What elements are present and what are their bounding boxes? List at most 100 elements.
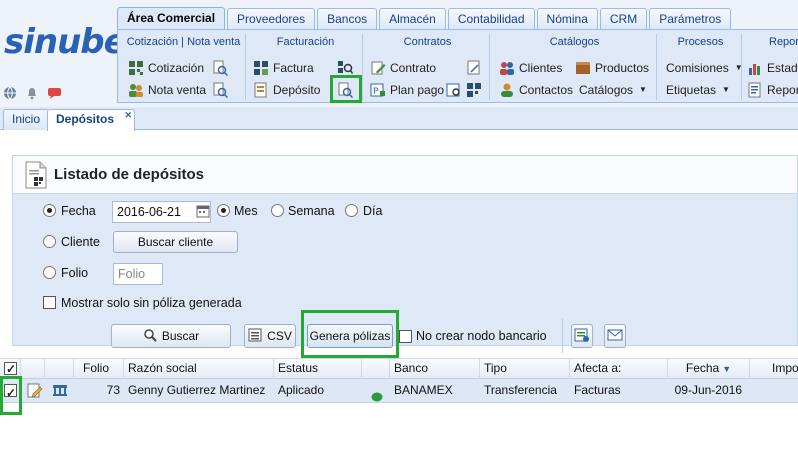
- app-logo[interactable]: sinube: [4, 22, 127, 62]
- productos-button[interactable]: Productos: [575, 58, 649, 77]
- column-estatus[interactable]: Estatus: [274, 359, 362, 379]
- doc-search-icon: [212, 82, 228, 98]
- etiquetas-dropdown[interactable]: Etiquetas ▼: [666, 80, 730, 99]
- contrato-label: Contrato: [390, 60, 437, 75]
- column-status-dot: [362, 359, 390, 379]
- clientes-button[interactable]: Clientes: [499, 58, 562, 77]
- column-fecha[interactable]: Fecha ▼: [668, 359, 750, 379]
- tab-crm[interactable]: CRM: [599, 8, 648, 29]
- contract-edit-icon: [370, 60, 386, 76]
- folio-radio[interactable]: [43, 266, 56, 279]
- deposito-button[interactable]: Depósito: [253, 80, 320, 99]
- edit-icon[interactable]: [25, 379, 45, 403]
- contactos-button[interactable]: Contactos: [499, 80, 573, 99]
- contrato-button[interactable]: Contrato: [370, 58, 436, 77]
- comisiones-dropdown[interactable]: Comisiones ▼: [666, 58, 743, 77]
- no-nodo-bancario-label: No crear nodo bancario: [416, 329, 547, 343]
- buscar-button[interactable]: Buscar: [111, 324, 231, 348]
- ribbon-group-reportes: Repor Estad Repor: [745, 34, 798, 100]
- payment-plan-icon: P: [370, 82, 386, 98]
- deposito-label: Depósito: [273, 82, 321, 97]
- dia-radio[interactable]: [345, 204, 358, 217]
- plan-pago-qr-button[interactable]: [466, 80, 482, 99]
- catalogos-dropdown[interactable]: Catálogos ▼: [579, 80, 647, 99]
- reportes-button[interactable]: Repor: [747, 80, 798, 99]
- chat-icon[interactable]: [47, 86, 61, 100]
- tab-almacen[interactable]: Almacén: [379, 8, 446, 29]
- column-banco[interactable]: Banco: [390, 359, 480, 379]
- catalogos-label: Catálogos: [579, 82, 634, 97]
- mes-radio[interactable]: [217, 204, 230, 217]
- tab-nomina[interactable]: Nómina: [536, 8, 598, 29]
- folio-input[interactable]: Folio: [113, 263, 163, 285]
- estadisticas-button[interactable]: Estad: [747, 58, 798, 77]
- ribbon-group-contratos: Contratos Contrato P Plan pago: [366, 34, 490, 100]
- products-icon: [575, 60, 591, 76]
- comisiones-label: Comisiones: [666, 60, 729, 75]
- factura-label: Factura: [273, 60, 314, 75]
- bank-doc-icon: [253, 82, 269, 98]
- cell-folio: 73: [106, 383, 120, 397]
- accounting-icon[interactable]: [50, 379, 70, 403]
- select-all-checkbox[interactable]: [4, 360, 17, 379]
- sort-desc-icon: ▼: [722, 364, 732, 374]
- calendar-icon[interactable]: [196, 204, 210, 221]
- no-nodo-bancario-checkbox[interactable]: [399, 330, 412, 343]
- tab-depositos[interactable]: Depósitos ✕: [47, 109, 136, 131]
- close-icon[interactable]: ✕: [124, 110, 132, 120]
- buscar-label: Buscar: [161, 329, 200, 343]
- export-button[interactable]: [571, 324, 593, 348]
- tab-contabilidad[interactable]: Contabilidad: [447, 8, 535, 29]
- tab-proveedores[interactable]: Proveedores: [227, 8, 316, 29]
- header-spacer: [21, 359, 45, 379]
- column-importe[interactable]: Impor: [750, 359, 798, 379]
- fecha-radio[interactable]: [43, 204, 56, 217]
- payment-search-icon: [446, 82, 462, 98]
- contract-search-icon: [466, 60, 482, 76]
- group-title: Contratos: [403, 36, 452, 48]
- app-header: sinube Área Comercial Proveedores Bancos…: [0, 0, 798, 107]
- factura-button[interactable]: Factura: [253, 58, 314, 77]
- plan-pago-button[interactable]: P Plan pago: [370, 80, 444, 99]
- group-title: Repor: [769, 36, 798, 48]
- nota-venta-label: Nota venta: [148, 82, 207, 97]
- column-razon-social[interactable]: Razón social: [124, 359, 274, 379]
- tab-bancos[interactable]: Bancos: [317, 8, 378, 29]
- tab-area-comercial[interactable]: Área Comercial: [117, 7, 226, 30]
- nota-venta-search-button[interactable]: [212, 80, 228, 99]
- semana-radio[interactable]: [271, 204, 284, 217]
- content-area: Listado de depósitos Fecha 2016-06-21 Me…: [0, 131, 798, 452]
- group-title: Procesos: [677, 36, 724, 48]
- globe-icon[interactable]: [3, 86, 17, 100]
- cell-afecta-a: Facturas: [574, 383, 621, 397]
- sin-poliza-checkbox[interactable]: [43, 296, 56, 309]
- highlight-row-checkbox: [0, 376, 22, 415]
- column-tipo[interactable]: Tipo: [480, 359, 570, 379]
- column-afecta-a[interactable]: Afecta a:: [570, 359, 668, 379]
- cotizacion-search-button[interactable]: [212, 58, 228, 77]
- group-title: Cotización | Nota venta: [126, 36, 241, 48]
- grid-header: Folio Razón social Estatus Banco Tipo Af…: [0, 358, 798, 379]
- ribbon-group-catalogos: Catálogos Clientes Contactos Productos C…: [493, 34, 657, 100]
- tab-inicio[interactable]: Inicio: [3, 109, 50, 130]
- csv-icon: [248, 328, 262, 345]
- cliente-label: Cliente: [61, 235, 100, 249]
- table-row[interactable]: 73 Genny Gutierrez Martinez Aplicado BAN…: [0, 379, 798, 403]
- export-sheet-icon: [574, 327, 590, 346]
- cliente-radio[interactable]: [43, 235, 56, 248]
- sin-poliza-label: Mostrar solo sin póliza generada: [61, 296, 242, 310]
- email-button[interactable]: [604, 324, 626, 348]
- contrato-search-button[interactable]: [466, 58, 482, 77]
- column-folio[interactable]: Folio: [74, 359, 124, 379]
- qr-grid-icon: [128, 60, 144, 76]
- nota-venta-button[interactable]: Nota venta: [128, 80, 206, 99]
- estadisticas-label: Estad: [767, 60, 798, 75]
- bell-icon[interactable]: [25, 86, 39, 100]
- plan-pago-search-button[interactable]: [446, 80, 462, 99]
- buscar-cliente-button[interactable]: Buscar cliente: [113, 231, 238, 253]
- cell-tipo: Transferencia: [484, 383, 557, 397]
- group-title: Facturación: [276, 36, 335, 48]
- csv-button[interactable]: CSV: [244, 324, 296, 348]
- tab-parametros[interactable]: Parámetros: [649, 8, 732, 29]
- cotizacion-button[interactable]: Cotización: [128, 58, 204, 77]
